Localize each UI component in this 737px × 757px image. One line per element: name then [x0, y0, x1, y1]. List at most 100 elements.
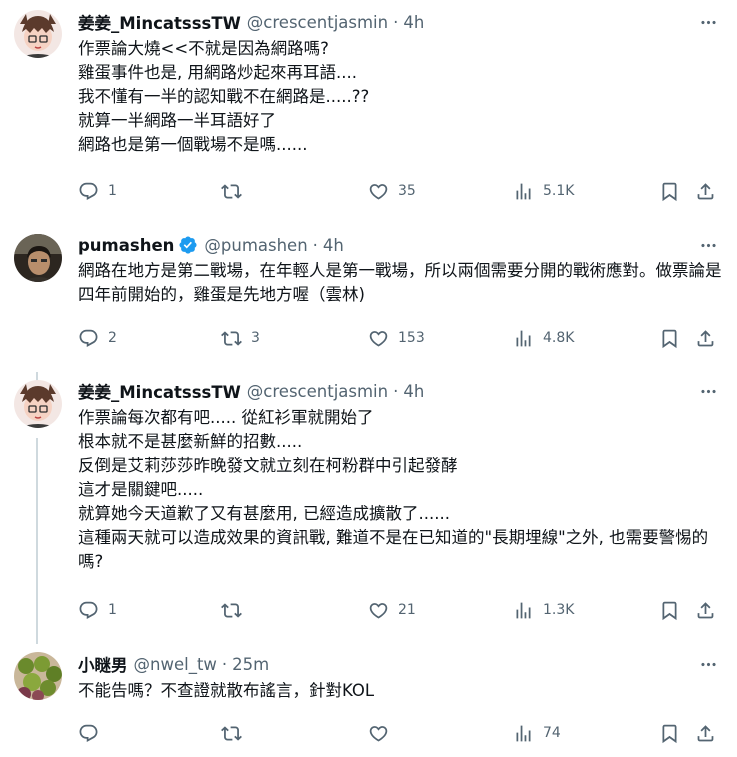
repost-icon: [221, 723, 242, 744]
more-button[interactable]: [697, 380, 719, 402]
share-button[interactable]: [695, 598, 716, 622]
handle[interactable]: @nwel_tw: [134, 655, 217, 674]
share-icon: [695, 723, 716, 744]
handle[interactable]: @crescentjasmin: [247, 13, 388, 32]
text-line: 網路在地方是第二戰場，在年輕人是第一戰場，所以兩個需要分開的戰術應對。做票論是四…: [78, 261, 722, 304]
like-button[interactable]: 153: [368, 326, 425, 350]
views-icon: [513, 181, 534, 202]
like-icon: [368, 723, 389, 744]
views-count: 1.3K: [543, 602, 575, 618]
tweet-4[interactable]: 小瞇男 @nwel_tw · 25m 不能告嗎？不查證就散布謠言，針對KOL 7…: [0, 642, 737, 757]
views-button[interactable]: 5.1K: [513, 179, 574, 203]
tweet-header: pumashen @pumashen · 4h: [78, 233, 344, 257]
reply-button[interactable]: 1: [78, 598, 117, 622]
more-button[interactable]: [697, 234, 719, 256]
tweet-2[interactable]: pumashen @pumashen · 4h 網路在地方是第二戰場，在年輕人是…: [0, 222, 737, 370]
share-button[interactable]: [695, 326, 716, 350]
display-name[interactable]: pumashen: [78, 236, 174, 255]
avatar[interactable]: [14, 652, 62, 700]
more-button[interactable]: [697, 653, 719, 675]
bookmark-button[interactable]: [659, 721, 680, 745]
reply-button[interactable]: 2: [78, 326, 117, 350]
views-icon: [513, 328, 534, 349]
text-line: 反倒是艾莉莎莎昨晚發文就立刻在柯粉群中引起發酵: [78, 456, 458, 475]
like-icon: [368, 600, 389, 621]
reply-icon: [78, 723, 99, 744]
reply-count: 1: [108, 602, 117, 618]
views-count: 4.8K: [543, 330, 575, 346]
timestamp[interactable]: 4h: [323, 236, 344, 255]
like-button[interactable]: 35: [368, 179, 416, 203]
views-button[interactable]: 4.8K: [513, 326, 574, 350]
like-icon: [368, 181, 389, 202]
like-icon: [368, 328, 389, 349]
more-icon: [699, 13, 718, 32]
more-icon: [699, 382, 718, 401]
avatar[interactable]: [14, 234, 62, 282]
text-line: 不能告嗎？不查證就散布謠言，針對KOL: [78, 681, 375, 700]
tweet-text: 不能告嗎？不查證就散布謠言，針對KOL: [78, 679, 723, 703]
share-button[interactable]: [695, 179, 716, 203]
more-button[interactable]: [697, 11, 719, 33]
display-name[interactable]: 小瞇男: [78, 652, 128, 676]
avatar[interactable]: [14, 380, 62, 428]
separator-dot: ·: [221, 654, 228, 674]
repost-button[interactable]: 3: [221, 326, 260, 350]
bookmark-icon: [659, 328, 680, 349]
tweet-3[interactable]: 姜姜_MincatsssTW @crescentjasmin · 4h 作票論每…: [0, 370, 737, 642]
tweet-text: 網路在地方是第二戰場，在年輕人是第一戰場，所以兩個需要分開的戰術應對。做票論是四…: [78, 259, 723, 307]
views-button[interactable]: 74: [513, 721, 561, 745]
separator-dot: ·: [393, 12, 399, 32]
tweet-text: 作票論每次都有吧..... 從紅衫軍就開始了 根本就不是甚麼新鮮的招數.....…: [78, 406, 723, 574]
text-line: 作票論每次都有吧..... 從紅衫軍就開始了: [78, 408, 374, 427]
more-icon: [699, 236, 718, 255]
handle[interactable]: @pumashen: [204, 236, 307, 255]
reply-button[interactable]: 1: [78, 179, 117, 203]
text-line: 網路也是第一個戰場不是嗎......: [78, 135, 308, 154]
tweet-1[interactable]: 姜姜_MincatsssTW @crescentjasmin · 4h 作票論大…: [0, 0, 737, 222]
action-bar: 1 21 1.3K: [78, 598, 723, 622]
share-icon: [695, 181, 716, 202]
views-count: 5.1K: [543, 183, 575, 199]
bookmark-button[interactable]: [659, 598, 680, 622]
share-button[interactable]: [695, 721, 716, 745]
tweet-text: 作票論大燒<<不就是因為網路嗎? 雞蛋事件也是, 用網路炒起來再耳語.... 我…: [78, 37, 723, 157]
text-line: 就算她今天道歉了又有甚麼用, 已經造成擴散了......: [78, 504, 450, 523]
reply-icon: [78, 181, 99, 202]
views-button[interactable]: 1.3K: [513, 598, 574, 622]
verified-badge-icon: [178, 235, 198, 255]
like-button[interactable]: 21: [368, 598, 416, 622]
bookmark-button[interactable]: [659, 179, 680, 203]
like-button[interactable]: [368, 721, 398, 745]
repost-button[interactable]: [221, 598, 251, 622]
text-line: 這種兩天就可以造成效果的資訊戰, 難道不是在已知道的"長期埋線"之外, 也需要警…: [78, 528, 709, 571]
handle[interactable]: @crescentjasmin: [247, 382, 388, 401]
text-line: 我不懂有一半的認知戰不在網路是.....??: [78, 87, 370, 106]
text-line: 這才是關鍵吧.....: [78, 480, 204, 499]
tweet-header: 小瞇男 @nwel_tw · 25m: [78, 652, 269, 676]
reply-icon: [78, 328, 99, 349]
bookmark-icon: [659, 600, 680, 621]
avatar[interactable]: [14, 10, 62, 58]
tweet-header: 姜姜_MincatsssTW @crescentjasmin · 4h: [78, 10, 424, 34]
display-name[interactable]: 姜姜_MincatsssTW: [78, 10, 241, 34]
action-bar: 2 3 153 4.8K: [78, 326, 723, 350]
repost-icon: [221, 600, 242, 621]
like-count: 35: [398, 183, 416, 199]
timestamp[interactable]: 25m: [232, 655, 269, 674]
bookmark-button[interactable]: [659, 326, 680, 350]
reply-count: 1: [108, 183, 117, 199]
timestamp[interactable]: 4h: [403, 382, 424, 401]
text-line: 根本就不是甚麼新鮮的招數.....: [78, 432, 303, 451]
timestamp[interactable]: 4h: [403, 13, 424, 32]
share-icon: [695, 328, 716, 349]
display-name[interactable]: 姜姜_MincatsssTW: [78, 379, 241, 403]
bookmark-icon: [659, 723, 680, 744]
text-line: 作票論大燒<<不就是因為網路嗎?: [78, 39, 329, 58]
repost-count: 3: [251, 330, 260, 346]
repost-button[interactable]: [221, 721, 251, 745]
reply-button[interactable]: [78, 721, 108, 745]
repost-button[interactable]: [221, 179, 251, 203]
tweet-header: 姜姜_MincatsssTW @crescentjasmin · 4h: [78, 379, 424, 403]
text-line: 就算一半網路一半耳語好了: [78, 111, 276, 130]
